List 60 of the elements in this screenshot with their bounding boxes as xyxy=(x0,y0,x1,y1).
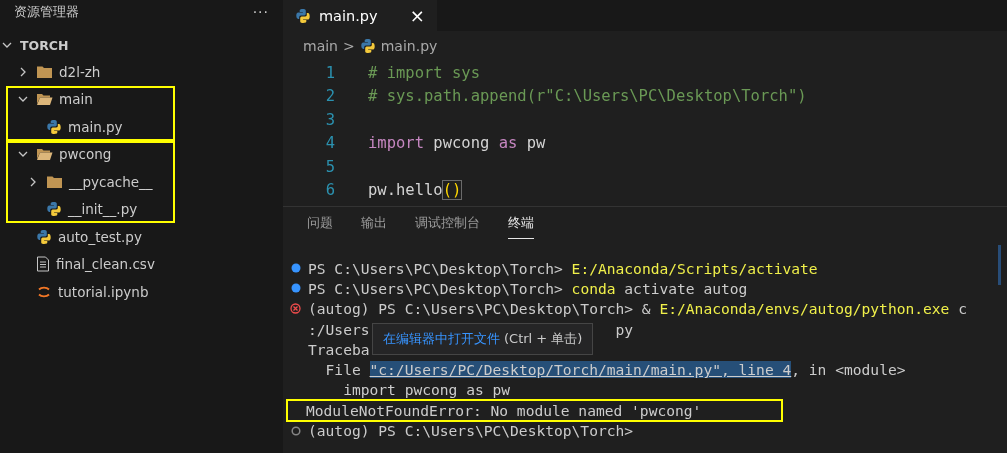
editor-tab[interactable]: main.py × xyxy=(283,0,437,31)
folder-item[interactable]: main xyxy=(0,85,175,113)
folder-item[interactable]: __pycache__ xyxy=(0,168,175,196)
python-icon xyxy=(295,7,311,24)
open-folder-icon xyxy=(36,92,53,107)
code-line: pw.hello() xyxy=(368,181,462,200)
line-number: 1 xyxy=(324,63,336,82)
scrollbar-marker xyxy=(998,245,1001,285)
code-line: import pwcong as pw xyxy=(368,134,546,153)
file-item[interactable]: final_clean.csv xyxy=(0,250,283,278)
open-folder-icon xyxy=(36,147,53,162)
panel-tab[interactable]: 终端 xyxy=(508,215,534,239)
terminal-line: PS C:\Users\PC\Desktop\Torch> conda activate autog xyxy=(308,279,748,297)
more-actions-button[interactable]: ··· xyxy=(252,4,269,20)
panel-tab[interactable]: 输出 xyxy=(361,215,387,238)
folder-item[interactable]: pwcong xyxy=(0,140,175,168)
line-number: 4 xyxy=(324,134,336,153)
success-dot-icon xyxy=(290,283,301,294)
success-dot-icon xyxy=(290,263,301,274)
close-button[interactable]: × xyxy=(409,5,425,26)
line-number: 5 xyxy=(324,157,336,176)
terminal-text: :/Users xyxy=(308,320,370,338)
terminal-text: py xyxy=(615,320,634,338)
folder-icon xyxy=(46,174,63,189)
folder-header[interactable]: TORCH xyxy=(0,32,283,58)
terminal-line: Traceba xyxy=(308,340,370,358)
error-icon xyxy=(290,303,301,315)
breadcrumb-item[interactable]: main.py xyxy=(380,38,438,54)
terminal-line: PS C:\Users\PC\Desktop\Torch> E:/Anaconda/Scripts/activate xyxy=(308,259,818,277)
file-item[interactable]: auto_test.py xyxy=(0,223,283,251)
python-icon xyxy=(36,228,52,245)
terminal-line: (autog) PS C:\Users\PC\Desktop\Torch> xyxy=(308,422,634,439)
file-item[interactable]: __init__.py xyxy=(0,195,175,223)
file-item[interactable]: tutorial.ipynb xyxy=(0,278,283,306)
tooltip-action: 在编辑器中打开文件 xyxy=(383,330,500,348)
chevron-right-icon xyxy=(28,176,38,187)
terminal-line: File "c:/Users/PC/Desktop/Torch/main/main.py", line 4, in <module> xyxy=(324,361,906,379)
code-line: # sys.path.append(r"C:\Users\PC\Desktop\Torch") xyxy=(368,87,807,106)
python-icon xyxy=(46,118,62,135)
terminal-line: import pwcong as pw xyxy=(342,381,511,399)
panel-tab[interactable]: 问题 xyxy=(307,215,333,238)
folder-item[interactable]: d2l-zh xyxy=(0,58,283,86)
line-number: 6 xyxy=(324,181,336,200)
chevron-right-icon xyxy=(18,66,28,77)
file-item[interactable]: main.py xyxy=(0,113,175,141)
line-number: 2 xyxy=(324,87,336,106)
chevron-down-icon xyxy=(2,40,12,50)
panel-tab[interactable]: 调试控制台 xyxy=(415,215,480,238)
tooltip-shortcut: (Ctrl + 单击) xyxy=(504,330,583,348)
terminal-line: (autog) PS C:\Users\PC\Desktop\Torch> & E:/Anaconda/envs/autog/python.exe c xyxy=(308,300,967,318)
idle-dot-icon xyxy=(290,425,301,436)
folder-icon xyxy=(36,64,53,79)
python-icon xyxy=(359,38,376,54)
code-line: # import sys xyxy=(368,63,480,82)
breadcrumb-item[interactable]: main xyxy=(303,38,338,54)
python-icon xyxy=(46,201,62,218)
breadcrumb-separator: > xyxy=(343,38,355,54)
sidebar-title: 资源管理器 xyxy=(14,3,79,21)
document-icon xyxy=(36,256,50,273)
line-number: 3 xyxy=(324,110,336,129)
